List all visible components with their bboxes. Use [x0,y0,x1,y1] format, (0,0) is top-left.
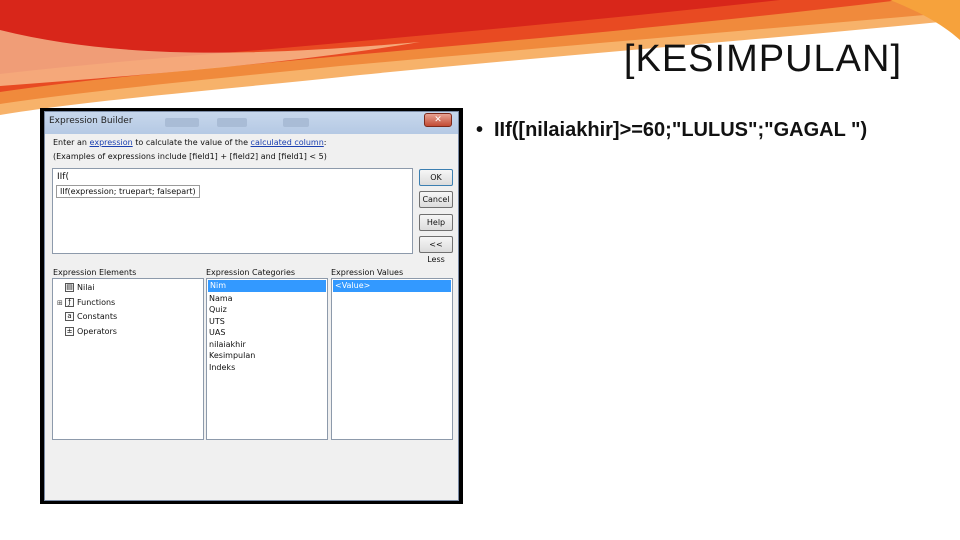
calculated-column-help-link[interactable]: calculated column [251,138,324,147]
background-tab-ghost [217,118,247,127]
dialog-title: Expression Builder [49,116,133,126]
list-item[interactable]: nilaiakhir [207,339,327,351]
expression-builder-dialog: Expression Builder ✕ Enter an expression… [44,111,459,501]
list-item[interactable]: Kesimpulan [207,350,327,362]
tree-item-label: Functions [77,297,116,307]
expression-values-label: Expression Values [331,268,404,277]
bullet-list: • IIf([nilaiakhir]>=60;"LULUS";"GAGAL ") [476,116,926,144]
tree-item-functions[interactable]: ⊞ ƒ Functions [57,296,203,311]
expression-elements-tree[interactable]: ▤ Nilai ⊞ ƒ Functions a Constants ± Operators [52,278,204,440]
expression-categories-list[interactable]: Nim Nama Quiz UTS UAS nilaiakhir Kesimpu… [206,278,328,440]
examples-text: (Examples of expressions include [field1… [53,152,327,161]
close-button[interactable]: ✕ [424,113,452,127]
bullet-text: IIf([nilaiakhir]>=60;"LULUS";"GAGAL ") [494,119,868,141]
bullet-dot: • [476,119,484,141]
table-icon: ▤ [65,283,74,292]
tree-item-operators[interactable]: ± Operators [57,325,203,340]
expression-values-list[interactable]: <Value> [331,278,453,440]
background-tab-ghost [165,118,199,127]
screenshot-frame: Expression Builder ✕ Enter an expression… [40,108,463,504]
expression-elements-label: Expression Elements [53,268,137,277]
function-icon: ƒ [65,297,74,307]
instruction-text: Enter an expression to calculate the val… [53,138,327,147]
operators-icon: ± [65,326,74,336]
background-tab-ghost [283,118,309,127]
tree-item-constants[interactable]: a Constants [57,310,203,325]
dialog-titlebar[interactable]: Expression Builder ✕ [45,112,458,134]
list-item[interactable]: Quiz [207,304,327,316]
list-item[interactable]: Nim [208,280,326,292]
cancel-button[interactable]: Cancel [419,191,453,208]
less-button[interactable]: << Less [419,236,453,264]
list-item[interactable]: Indeks [207,362,327,374]
tree-item-label: Nilai [77,283,95,292]
expression-value: IIf( [57,172,69,182]
slide-title: [KESIMPULAN] [623,38,902,80]
help-button[interactable]: Help [419,214,453,231]
expression-help-link[interactable]: expression [90,138,133,147]
expression-input[interactable]: IIf( IIf(expression; truepart; falsepart… [52,168,413,254]
list-item[interactable]: UTS [207,316,327,328]
tree-item-label: Operators [77,326,117,336]
constants-icon: a [65,312,74,321]
tree-expander[interactable]: ⊞ [57,296,64,311]
list-item[interactable]: UAS [207,327,327,339]
expression-categories-label: Expression Categories [206,268,296,277]
ok-button[interactable]: OK [419,169,453,186]
function-signature-tooltip: IIf(expression; truepart; falsepart) [56,185,200,198]
list-item[interactable]: <Value> [333,280,451,292]
tree-item-label: Constants [77,312,118,321]
list-item[interactable]: Nama [207,293,327,305]
tree-item-nilai[interactable]: ▤ Nilai [57,281,203,296]
